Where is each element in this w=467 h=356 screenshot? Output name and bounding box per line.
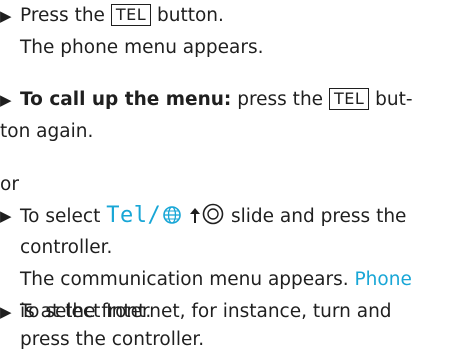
tel-key: TEL — [328, 88, 370, 110]
or-separator: or — [0, 174, 19, 195]
bullet-arrow-icon: ▶ — [0, 91, 12, 109]
step-3-result: The communication menu appears. Phone — [20, 269, 412, 290]
step-1-result: The phone menu appears. — [20, 37, 264, 58]
controller-icon — [202, 203, 224, 225]
bullet-arrow-icon: ▶ — [0, 303, 12, 321]
step-2-line-2: ton again. — [0, 121, 94, 142]
step-3-line-2: controller. — [20, 237, 113, 258]
manual-page: ▶ Press the TEL button. The phone menu a… — [0, 0, 467, 356]
bullet-arrow-icon: ▶ — [0, 7, 12, 25]
display-label-tel: Tel/ — [106, 203, 162, 228]
step-4-line-2: press the controller. — [20, 329, 205, 350]
display-label-phone: Phone — [354, 269, 412, 290]
slide-up-arrow-icon — [190, 208, 201, 223]
bullet-arrow-icon: ▶ — [0, 207, 12, 225]
step-1-line-1: Press the TEL button. — [20, 4, 224, 26]
step-2-line-1: To call up the menu: press the TEL but- — [20, 88, 413, 110]
step-4-line-1: To select Internet, for instance, turn a… — [20, 301, 392, 322]
globe-icon — [163, 206, 182, 224]
step-2-heading: To call up the menu: — [20, 89, 232, 110]
step-3-line-1: To select Tel/ slide and press the — [20, 203, 407, 228]
tel-key: TEL — [110, 4, 152, 26]
